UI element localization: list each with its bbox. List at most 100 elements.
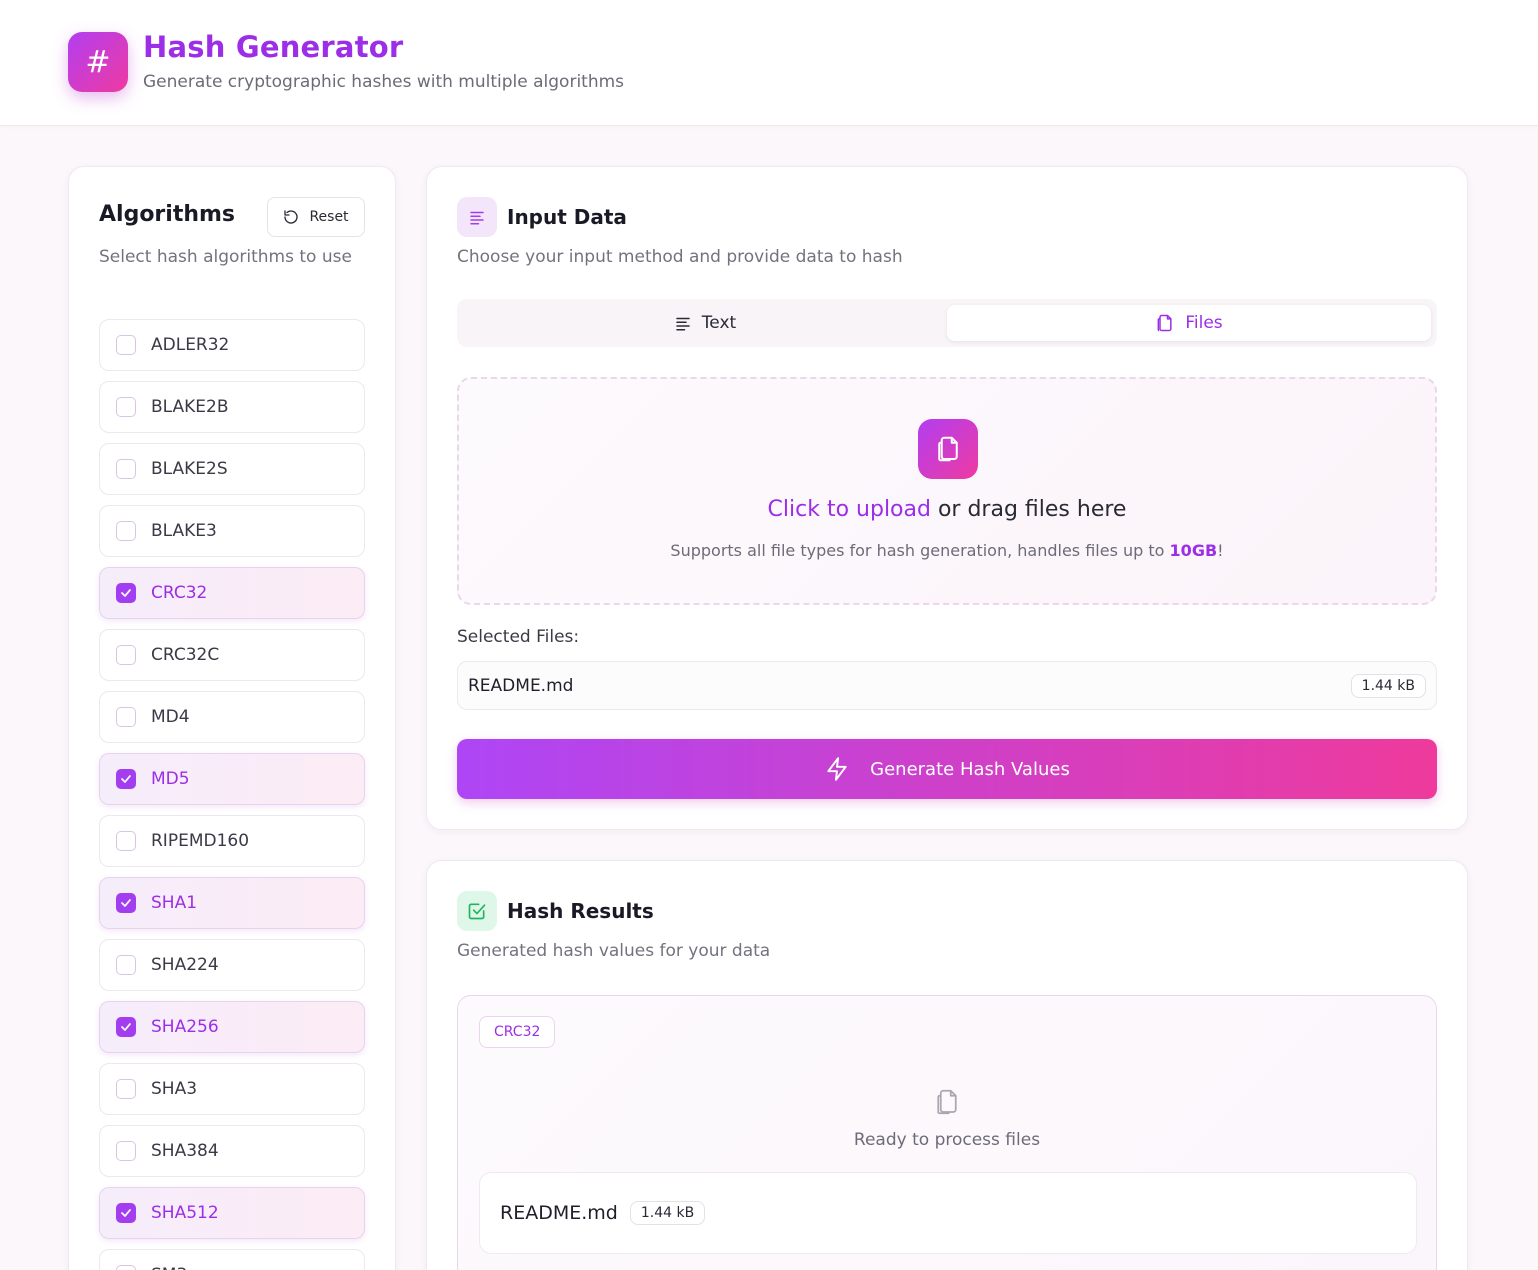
app-title: Hash Generator [143, 30, 404, 64]
algorithm-option-crc32c[interactable]: CRC32C [99, 629, 365, 681]
result-file-row: README.md 1.44 kB [479, 1172, 1417, 1254]
check-icon [121, 775, 131, 783]
input-data-card: Input Data Choose your input method and … [426, 166, 1468, 830]
algorithm-checkbox[interactable] [116, 583, 136, 603]
tab-files[interactable]: Files [947, 305, 1431, 341]
algorithm-chip: CRC32 [479, 1016, 556, 1048]
algorithm-option-crc32[interactable]: CRC32 [99, 567, 365, 619]
hash-results-title: Hash Results [507, 899, 654, 923]
algorithm-option-sha224[interactable]: SHA224 [99, 939, 365, 991]
click-to-upload-link[interactable]: Click to upload [768, 497, 931, 522]
logo-glyph: # [85, 44, 111, 80]
algorithm-option-ripemd160[interactable]: RIPEMD160 [99, 815, 365, 867]
selected-files-label: Selected Files: [457, 627, 580, 647]
selected-file-row: README.md 1.44 kB [457, 661, 1437, 710]
algorithm-checkbox[interactable] [116, 1017, 136, 1037]
algorithm-label: BLAKE3 [151, 521, 217, 541]
algorithm-checkbox[interactable] [116, 955, 136, 975]
dropzone-hint: Supports all file types for hash generat… [459, 541, 1435, 560]
hint-suffix: ! [1217, 541, 1224, 560]
algorithm-label: SHA512 [151, 1203, 219, 1223]
size-limit: 10GB [1169, 541, 1218, 560]
algorithm-label: MD4 [151, 707, 190, 727]
file-dropzone[interactable]: Click to upload or drag files here Suppo… [457, 377, 1437, 605]
algorithm-option-sha384[interactable]: SHA384 [99, 1125, 365, 1177]
result-file-name: README.md [500, 1202, 618, 1224]
algorithm-checkbox[interactable] [116, 1265, 136, 1270]
algorithm-checkbox[interactable] [116, 893, 136, 913]
algorithm-option-sm3[interactable]: SM3 [99, 1249, 365, 1270]
ready-status-text: Ready to process files [853, 1130, 1041, 1150]
result-block: CRC32 Ready to process files README.md 1… [457, 995, 1437, 1270]
algorithm-checkbox[interactable] [116, 707, 136, 727]
check-icon [121, 589, 131, 597]
algorithm-checkbox[interactable] [116, 459, 136, 479]
algorithm-checkbox[interactable] [116, 335, 136, 355]
algorithm-label: SM3 [151, 1265, 187, 1270]
algorithm-label: SHA3 [151, 1079, 198, 1099]
tab-text-label: Text [701, 313, 737, 333]
algorithm-checkbox[interactable] [116, 521, 136, 541]
algorithm-option-blake2s[interactable]: BLAKE2S [99, 443, 365, 495]
input-method-tabs: Text Files [457, 299, 1437, 347]
lightning-icon [827, 757, 847, 781]
algorithms-subtitle: Select hash algorithms to use [99, 247, 352, 267]
algorithm-option-blake3[interactable]: BLAKE3 [99, 505, 365, 557]
algorithm-checkbox[interactable] [116, 1079, 136, 1099]
algorithm-label: BLAKE2S [151, 459, 228, 479]
algorithm-label: SHA1 [151, 893, 198, 913]
algorithm-option-sha3[interactable]: SHA3 [99, 1063, 365, 1115]
algorithm-label: SHA256 [151, 1017, 219, 1037]
algorithm-checkbox[interactable] [116, 1203, 136, 1223]
algorithm-option-adler32[interactable]: ADLER32 [99, 319, 365, 371]
reset-label: Reset [309, 209, 349, 225]
algorithm-option-sha1[interactable]: SHA1 [99, 877, 365, 929]
tab-files-label: Files [1185, 313, 1223, 333]
input-data-title: Input Data [507, 205, 627, 229]
check-icon [121, 1209, 131, 1217]
algorithm-checkbox[interactable] [116, 769, 136, 789]
upload-file-icon [918, 419, 978, 479]
algorithms-panel: Algorithms Reset Select hash algorithms … [68, 166, 396, 1270]
lines-icon [676, 317, 690, 331]
algorithm-label: BLAKE2B [151, 397, 229, 417]
tab-text[interactable]: Text [463, 305, 947, 341]
drag-text: or drag files here [930, 497, 1127, 522]
hint-prefix: Supports all file types for hash generat… [670, 541, 1170, 560]
algorithm-label: SHA384 [151, 1141, 219, 1161]
algorithm-label: ADLER32 [151, 335, 230, 355]
algorithm-option-sha256[interactable]: SHA256 [99, 1001, 365, 1053]
check-square-icon [457, 891, 497, 931]
algorithm-option-md4[interactable]: MD4 [99, 691, 365, 743]
algorithm-checkbox[interactable] [116, 831, 136, 851]
input-data-subtitle: Choose your input method and provide dat… [457, 247, 903, 267]
algorithm-list: ADLER32 BLAKE2B BLAKE2S BLAKE3 CRC32 CRC32C MD… [99, 319, 365, 1270]
text-lines-icon [457, 197, 497, 237]
algorithm-label: SHA224 [151, 955, 219, 975]
algorithm-label: CRC32 [151, 583, 208, 603]
file-icon [937, 1089, 957, 1115]
dropzone-instructions: Click to upload or drag files here [459, 497, 1435, 522]
hash-results-card: Hash Results Generated hash values for y… [426, 860, 1468, 1270]
app-header: # Hash Generator Generate cryptographic … [0, 0, 1538, 126]
reset-icon [284, 210, 299, 224]
algorithm-label: MD5 [151, 769, 190, 789]
hash-results-subtitle: Generated hash values for your data [457, 941, 771, 961]
algorithm-checkbox[interactable] [116, 397, 136, 417]
algorithm-option-sha512[interactable]: SHA512 [99, 1187, 365, 1239]
generate-hash-button[interactable]: Generate Hash Values [457, 739, 1437, 799]
result-file-size-badge: 1.44 kB [629, 1201, 706, 1225]
check-icon [121, 899, 131, 907]
algorithm-option-blake2b[interactable]: BLAKE2B [99, 381, 365, 433]
algorithms-title: Algorithms [99, 202, 236, 227]
generate-hash-label: Generate Hash Values [870, 758, 1070, 780]
reset-button[interactable]: Reset [267, 197, 365, 237]
algorithm-checkbox[interactable] [116, 1141, 136, 1161]
algorithm-label: RIPEMD160 [151, 831, 250, 851]
algorithm-option-md5[interactable]: MD5 [99, 753, 365, 805]
app-subtitle: Generate cryptographic hashes with multi… [143, 72, 625, 92]
hash-logo-icon: # [68, 32, 128, 92]
algorithm-checkbox[interactable] [116, 645, 136, 665]
file-size-badge: 1.44 kB [1350, 673, 1426, 698]
selected-file-name: README.md [468, 675, 574, 696]
